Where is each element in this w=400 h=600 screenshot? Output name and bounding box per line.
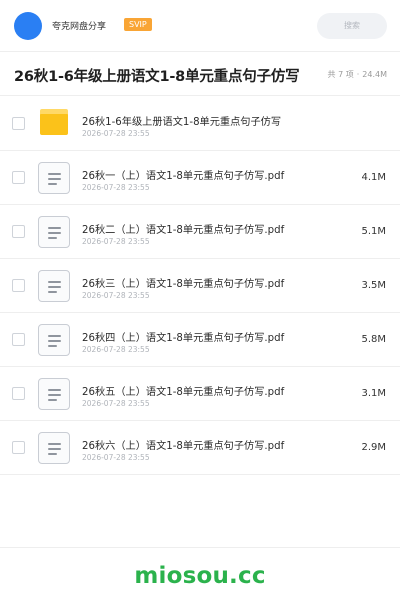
file-name[interactable]: 26秋四（上）语文1-8单元重点句子仿写.pdf [82, 329, 284, 344]
file-size: 5.8M [361, 334, 386, 345]
list-item[interactable]: 26秋三（上）语文1-8单元重点句子仿写.pdf 2026-07-28 23:5… [0, 259, 400, 313]
document-icon [38, 162, 70, 194]
list-item[interactable]: 26秋一（上）语文1-8单元重点句子仿写.pdf 2026-07-28 23:5… [0, 151, 400, 205]
search-input[interactable]: 搜索 [317, 13, 387, 39]
document-icon [38, 378, 70, 410]
select-checkbox[interactable] [12, 117, 25, 130]
file-size: 3.1M [361, 388, 386, 399]
svip-badge[interactable]: SVIP [124, 18, 152, 31]
file-list: 26秋1-6年级上册语文1-8单元重点句子仿写 2026-07-28 23:55… [0, 97, 400, 475]
file-name[interactable]: 26秋二（上）语文1-8单元重点句子仿写.pdf [82, 221, 284, 236]
title-bar: 26秋1-6年级上册语文1-8单元重点句子仿写 共 7 项 · 24.4M [0, 52, 400, 96]
document-icon [38, 270, 70, 302]
file-size: 5.1M [361, 226, 386, 237]
item-count: 共 7 项 [327, 70, 354, 79]
document-icon [38, 216, 70, 248]
document-icon [38, 324, 70, 356]
file-name[interactable]: 26秋六（上）语文1-8单元重点句子仿写.pdf [82, 437, 284, 452]
list-item[interactable]: 26秋五（上）语文1-8单元重点句子仿写.pdf 2026-07-28 23:5… [0, 367, 400, 421]
share-meta: 共 7 项 · 24.4M [328, 69, 387, 80]
footer-divider [0, 547, 400, 548]
list-item[interactable]: 26秋六（上）语文1-8单元重点句子仿写.pdf 2026-07-28 23:5… [0, 421, 400, 475]
file-date: 2026-07-28 23:55 [82, 237, 150, 246]
list-item[interactable]: 26秋四（上）语文1-8单元重点句子仿写.pdf 2026-07-28 23:5… [0, 313, 400, 367]
file-size: 2.9M [361, 442, 386, 453]
meta-separator: · [356, 70, 360, 79]
avatar[interactable] [14, 12, 42, 40]
folder-icon [40, 109, 68, 135]
file-name[interactable]: 26秋一（上）语文1-8单元重点句子仿写.pdf [82, 167, 284, 182]
file-date: 2026-07-28 23:55 [82, 345, 150, 354]
select-checkbox[interactable] [12, 333, 25, 346]
top-bar: 夸克网盘分享 SVIP 搜索 [0, 0, 400, 52]
file-date: 2026-07-28 23:55 [82, 129, 150, 138]
site-watermark: miosou.cc [134, 563, 266, 589]
file-size: 4.1M [361, 172, 386, 183]
list-item[interactable]: 26秋二（上）语文1-8单元重点句子仿写.pdf 2026-07-28 23:5… [0, 205, 400, 259]
select-checkbox[interactable] [12, 225, 25, 238]
document-icon [38, 432, 70, 464]
select-checkbox[interactable] [12, 279, 25, 292]
file-date: 2026-07-28 23:55 [82, 399, 150, 408]
file-name[interactable]: 26秋1-6年级上册语文1-8单元重点句子仿写 [82, 113, 281, 128]
select-checkbox[interactable] [12, 441, 25, 454]
file-date: 2026-07-28 23:55 [82, 183, 150, 192]
total-size: 24.4M [362, 70, 387, 79]
brand-name: 夸克网盘分享 [52, 22, 107, 32]
page-title: 26秋1-6年级上册语文1-8单元重点句子仿写 [14, 69, 300, 85]
select-checkbox[interactable] [12, 171, 25, 184]
file-name[interactable]: 26秋三（上）语文1-8单元重点句子仿写.pdf [82, 275, 284, 290]
file-date: 2026-07-28 23:55 [82, 291, 150, 300]
file-name[interactable]: 26秋五（上）语文1-8单元重点句子仿写.pdf [82, 383, 284, 398]
file-size: 3.5M [361, 280, 386, 291]
select-checkbox[interactable] [12, 387, 25, 400]
file-date: 2026-07-28 23:55 [82, 453, 150, 462]
list-item-folder[interactable]: 26秋1-6年级上册语文1-8单元重点句子仿写 2026-07-28 23:55 [0, 97, 400, 151]
